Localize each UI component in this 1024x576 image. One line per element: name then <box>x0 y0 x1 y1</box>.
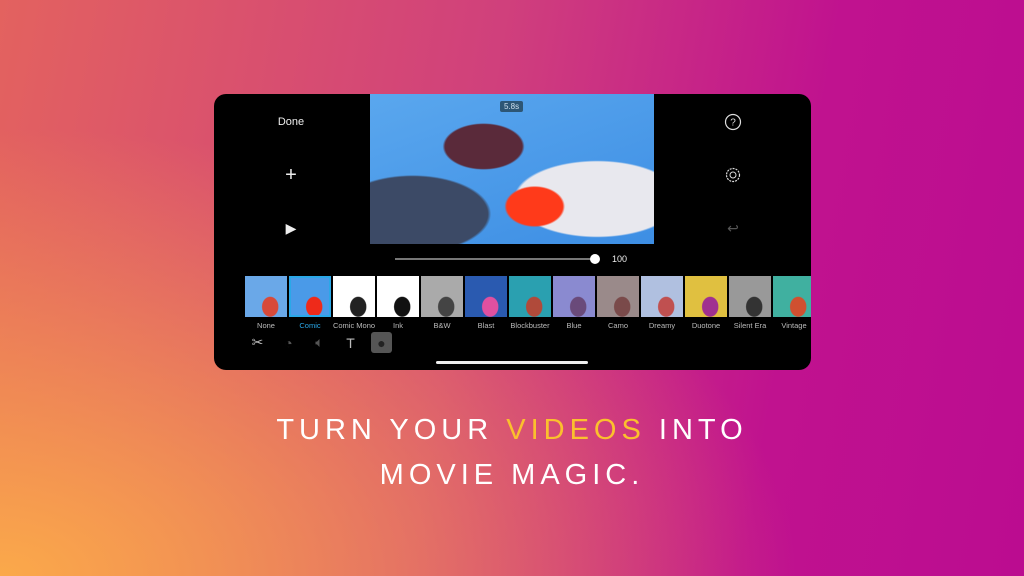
filters-tool[interactable]: ● <box>371 332 392 353</box>
tagline-highlight: VIDEOS <box>506 414 646 446</box>
undo-icon: ↩ <box>727 220 739 236</box>
filter-thumbnail <box>421 276 463 317</box>
slider-knob[interactable] <box>590 254 600 264</box>
tagline-line-2: MOVIE MAGIC. <box>379 459 645 491</box>
filter-thumbnail <box>333 276 375 317</box>
help-button[interactable]: ? <box>721 113 745 136</box>
video-preview: 5.8s <box>370 94 654 244</box>
filter-thumbnail <box>509 276 551 317</box>
filter-thumbnail <box>377 276 419 317</box>
filter-thumbnail <box>773 276 811 317</box>
speed-gauge-icon: ◔ <box>284 334 293 351</box>
filter-thumbnail <box>465 276 507 317</box>
text-tool[interactable]: T <box>340 332 361 353</box>
speed-gauge-tool[interactable]: ◔ <box>278 332 299 353</box>
filter-thumbnail <box>729 276 771 317</box>
filter-duotone[interactable]: Duotone <box>685 276 727 330</box>
filter-blockbuster[interactable]: Blockbuster <box>509 276 551 330</box>
text-icon: T <box>346 334 355 351</box>
filter-comic-mono[interactable]: Comic Mono <box>333 276 375 330</box>
iphone-screen: Done + ▶ 5.8s ? ↩ 100 None Comic Comic Mon… <box>214 94 811 370</box>
filter-thumbnail <box>245 276 287 317</box>
intensity-slider[interactable] <box>395 258 595 260</box>
scissors-icon: ✂ <box>251 334 264 350</box>
settings-button[interactable] <box>721 166 745 189</box>
filter-thumbnail <box>289 276 331 317</box>
tagline-line-1: TURN YOUR VIDEOS INTO <box>0 414 1024 447</box>
volume-icon: 🔈︎ <box>315 334 324 350</box>
filter-camo[interactable]: Camo <box>597 276 639 330</box>
question-circle-icon: ? <box>724 113 742 131</box>
tool-bar: ✂ ◔ 🔈︎ T ● <box>247 332 392 353</box>
filter-dreamy[interactable]: Dreamy <box>641 276 683 330</box>
filter-thumbnail <box>553 276 595 317</box>
gear-icon <box>725 167 741 183</box>
undo-button[interactable]: ↩ <box>721 220 745 237</box>
clip-duration-badge: 5.8s <box>500 101 524 112</box>
filter-thumbnail <box>597 276 639 317</box>
tagline-text: TURN YOUR <box>276 414 507 446</box>
scissors-tool[interactable]: ✂ <box>247 332 268 353</box>
play-icon: ▶ <box>285 220 297 236</box>
done-button[interactable]: Done <box>251 116 331 128</box>
filter-label: Vintage <box>781 321 807 330</box>
filter-b-w[interactable]: B&W <box>421 276 463 330</box>
volume-tool[interactable]: 🔈︎ <box>309 332 330 353</box>
filter-none[interactable]: None <box>245 276 287 330</box>
filter-thumbnail <box>685 276 727 317</box>
play-button[interactable]: ▶ <box>251 220 331 237</box>
filter-blast[interactable]: Blast <box>465 276 507 330</box>
filter-blue[interactable]: Blue <box>553 276 595 330</box>
filters-icon: ● <box>377 334 386 351</box>
home-indicator <box>436 361 588 364</box>
plus-icon: + <box>285 164 297 186</box>
filter-thumbnail <box>641 276 683 317</box>
filter-comic[interactable]: Comic <box>289 276 331 330</box>
add-button[interactable]: + <box>251 164 331 187</box>
filter-silent-era[interactable]: Silent Era <box>729 276 771 330</box>
intensity-value: 100 <box>612 254 628 264</box>
filter-ink[interactable]: Ink <box>377 276 419 330</box>
svg-text:?: ? <box>730 118 736 129</box>
filter-strip: None Comic Comic Mono Ink B&W Blast Blockbuste… <box>245 276 811 330</box>
tagline-text: INTO <box>645 414 748 446</box>
filter-vintage[interactable]: Vintage <box>773 276 811 330</box>
